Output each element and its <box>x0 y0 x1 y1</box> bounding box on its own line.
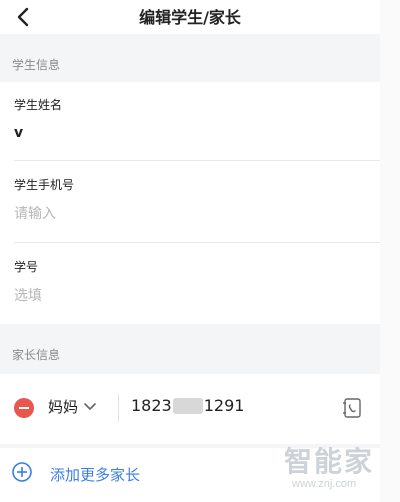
divider <box>14 160 380 161</box>
student-info-group: 学生姓名 v 学生手机号 请输入 学号 选填 <box>0 82 380 324</box>
parent-phone-input[interactable]: 1823 1291 <box>131 396 244 415</box>
remove-parent-button[interactable] <box>14 398 34 418</box>
student-phone-input[interactable]: 请输入 <box>14 203 380 223</box>
student-id-input[interactable]: 选填 <box>14 285 380 305</box>
contacts-book-icon <box>343 398 361 418</box>
student-id-label: 学号 <box>14 260 39 274</box>
add-parent-label: 添加更多家长 <box>50 466 141 484</box>
student-phone-field[interactable]: 学生手机号 请输入 <box>14 176 380 223</box>
relation-value: 妈妈 <box>48 398 79 416</box>
divider <box>14 242 380 243</box>
student-phone-label: 学生手机号 <box>14 178 75 192</box>
divider <box>118 394 119 422</box>
contacts-button[interactable] <box>340 396 364 420</box>
top-bar: 编辑学生/家长 <box>0 0 380 34</box>
relation-select[interactable]: 妈妈 <box>48 396 96 417</box>
parent-section-label: 家长信息 <box>12 348 61 362</box>
page-title: 编辑学生/家长 <box>139 8 241 27</box>
student-name-value[interactable]: v <box>14 125 380 141</box>
student-name-field[interactable]: 学生姓名 v <box>14 96 380 141</box>
parent-row: 妈妈 1823 1291 <box>0 374 380 444</box>
phone-prefix: 1823 <box>131 396 172 415</box>
student-section-label: 学生信息 <box>12 58 61 72</box>
right-edge-strip <box>380 0 400 502</box>
phone-redaction <box>172 397 203 414</box>
chevron-down-icon <box>84 402 96 410</box>
phone-suffix: 1291 <box>203 396 245 415</box>
add-circle-icon <box>12 462 32 482</box>
add-parent-row[interactable]: 添加更多家长 <box>0 448 380 502</box>
student-id-field[interactable]: 学号 选填 <box>14 258 380 305</box>
student-name-label: 学生姓名 <box>14 98 63 112</box>
